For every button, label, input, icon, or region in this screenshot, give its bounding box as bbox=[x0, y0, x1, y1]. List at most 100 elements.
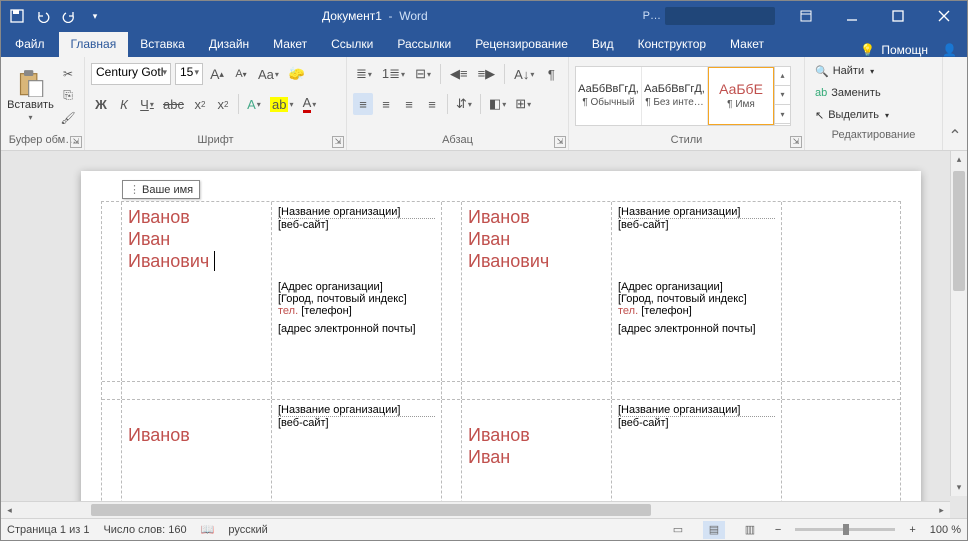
email-field[interactable]: [адрес электронной почты] bbox=[618, 323, 775, 335]
vertical-scrollbar[interactable]: ▴ ▾ bbox=[950, 151, 967, 496]
share-button[interactable]: 👤 bbox=[942, 43, 957, 57]
tel-field[interactable]: [телефон] bbox=[641, 305, 692, 317]
tab-file[interactable]: Файл bbox=[3, 32, 57, 57]
bullets-button[interactable]: ≣ bbox=[353, 63, 375, 85]
zoom-level[interactable]: 100 % bbox=[930, 524, 961, 536]
name-field[interactable]: Иванов Иван Иванович bbox=[468, 206, 605, 272]
clear-formatting-button[interactable]: 🧽 bbox=[286, 63, 308, 85]
name-field[interactable]: Иванов bbox=[128, 424, 265, 446]
horizontal-scrollbar[interactable]: ◂ ▸ bbox=[1, 501, 950, 518]
word-count[interactable]: Число слов: 160 bbox=[103, 524, 186, 536]
website-field[interactable]: [веб-сайт] bbox=[618, 417, 775, 429]
shading-button[interactable]: ◧ bbox=[486, 93, 509, 115]
styles-dialog-launcher[interactable]: ⇲ bbox=[790, 136, 802, 148]
style-nospacing[interactable]: АаБбВвГгД,¶ Без инте… bbox=[642, 67, 708, 125]
redo-button[interactable] bbox=[57, 4, 81, 28]
undo-button[interactable] bbox=[31, 4, 55, 28]
align-right-button[interactable]: ≡ bbox=[399, 93, 419, 115]
scroll-thumb[interactable] bbox=[953, 171, 965, 291]
tab-mailings[interactable]: Рассылки bbox=[385, 32, 463, 57]
zoom-out-button[interactable]: − bbox=[775, 524, 781, 536]
website-field[interactable]: [веб-сайт] bbox=[618, 219, 775, 231]
tab-references[interactable]: Ссылки bbox=[319, 32, 385, 57]
align-center-button[interactable]: ≡ bbox=[376, 93, 396, 115]
replace-button[interactable]: abЗаменить bbox=[811, 83, 936, 103]
font-size-combo[interactable]: 15 bbox=[175, 63, 203, 85]
scroll-right-button[interactable]: ▸ bbox=[933, 502, 950, 518]
tab-layout[interactable]: Макет bbox=[261, 32, 319, 57]
subscript-button[interactable]: x2 bbox=[190, 93, 210, 115]
select-button[interactable]: ↖Выделить▾ bbox=[811, 105, 936, 125]
close-button[interactable] bbox=[921, 1, 967, 31]
strikethrough-button[interactable]: abc bbox=[160, 93, 187, 115]
org-field[interactable]: [Название организации] bbox=[618, 404, 775, 417]
name-field[interactable]: Иванов Иван Иванович bbox=[128, 206, 265, 272]
tab-review[interactable]: Рецензирование bbox=[463, 32, 580, 57]
address-field[interactable]: [Адрес организации] bbox=[618, 281, 775, 293]
save-button[interactable] bbox=[5, 4, 29, 28]
paragraph-dialog-launcher[interactable]: ⇲ bbox=[554, 136, 566, 148]
tell-me-icon[interactable]: 💡 bbox=[860, 43, 875, 57]
copy-button[interactable]: ⎘ bbox=[58, 86, 78, 106]
styles-scroll-up[interactable]: ▴ bbox=[775, 67, 790, 86]
language-indicator[interactable]: русский bbox=[228, 524, 267, 536]
address-field[interactable]: [Адрес организации] bbox=[278, 281, 435, 293]
tab-layout-table[interactable]: Макет bbox=[718, 32, 776, 57]
grow-font-button[interactable]: A▴ bbox=[207, 63, 227, 85]
decrease-indent-button[interactable]: ◀≡ bbox=[447, 63, 471, 85]
show-marks-button[interactable]: ¶ bbox=[541, 63, 561, 85]
style-name[interactable]: АаБбЕ¶ Имя bbox=[708, 67, 774, 125]
tab-insert[interactable]: Вставка bbox=[128, 32, 197, 57]
ribbon-display-options-button[interactable] bbox=[783, 1, 829, 31]
numbering-button[interactable]: 1≣ bbox=[379, 63, 408, 85]
org-field[interactable]: [Название организации] bbox=[278, 404, 435, 417]
page-indicator[interactable]: Страница 1 из 1 bbox=[7, 524, 89, 536]
text-effects-button[interactable]: A bbox=[244, 93, 264, 115]
clipboard-dialog-launcher[interactable]: ⇲ bbox=[70, 136, 82, 148]
multilevel-list-button[interactable]: ⊟ bbox=[412, 63, 434, 85]
tab-view[interactable]: Вид bbox=[580, 32, 626, 57]
zoom-slider[interactable] bbox=[795, 528, 895, 531]
styles-scroll-down[interactable]: ▾ bbox=[775, 86, 790, 105]
format-painter-button[interactable]: 🖌 bbox=[58, 108, 78, 128]
read-mode-button[interactable]: ▭ bbox=[667, 521, 689, 539]
zoom-in-button[interactable]: + bbox=[909, 524, 915, 536]
underline-button[interactable]: Ч bbox=[137, 93, 157, 115]
tab-design[interactable]: Дизайн bbox=[197, 32, 261, 57]
borders-button[interactable]: ⊞ bbox=[512, 93, 534, 115]
scroll-down-button[interactable]: ▾ bbox=[951, 479, 967, 496]
font-dialog-launcher[interactable]: ⇲ bbox=[332, 136, 344, 148]
tel-field[interactable]: [телефон] bbox=[301, 305, 352, 317]
superscript-button[interactable]: x2 bbox=[213, 93, 233, 115]
increase-indent-button[interactable]: ≡▶ bbox=[475, 63, 499, 85]
scroll-left-button[interactable]: ◂ bbox=[1, 502, 18, 518]
print-layout-button[interactable]: ▤ bbox=[703, 521, 725, 539]
tab-constructor[interactable]: Конструктор bbox=[626, 32, 718, 57]
sort-button[interactable]: A↓ bbox=[511, 63, 537, 85]
font-color-button[interactable]: A bbox=[299, 93, 319, 115]
styles-gallery[interactable]: АаБбВвГгД,¶ Обычный АаБбВвГгД,¶ Без инте… bbox=[575, 66, 791, 126]
spellcheck-button[interactable]: 📖 bbox=[201, 523, 215, 536]
tell-me-label[interactable]: Помощн bbox=[881, 43, 928, 57]
scroll-up-button[interactable]: ▴ bbox=[951, 151, 967, 168]
maximize-button[interactable] bbox=[875, 1, 921, 31]
minimize-button[interactable] bbox=[829, 1, 875, 31]
scroll-thumb[interactable] bbox=[91, 504, 651, 516]
page[interactable]: ⋮Ваше имя Иванов Иван Иванович [Название… bbox=[81, 171, 921, 518]
style-normal[interactable]: АаБбВвГгД,¶ Обычный bbox=[576, 67, 642, 125]
shrink-font-button[interactable]: A▾ bbox=[231, 63, 251, 85]
italic-button[interactable]: К bbox=[114, 93, 134, 115]
tab-home[interactable]: Главная bbox=[59, 32, 129, 57]
justify-button[interactable]: ≡ bbox=[422, 93, 442, 115]
org-field[interactable]: [Название организации] bbox=[618, 206, 775, 219]
collapse-ribbon-button[interactable]: ⌃ bbox=[943, 57, 967, 150]
web-layout-button[interactable]: ▥ bbox=[739, 521, 761, 539]
bold-button[interactable]: Ж bbox=[91, 93, 111, 115]
name-field[interactable]: Иванов Иван bbox=[468, 424, 605, 468]
find-button[interactable]: 🔍Найти▾ bbox=[811, 61, 936, 81]
paste-button[interactable]: Вставить ▾ bbox=[7, 62, 54, 130]
line-spacing-button[interactable]: ⇵ bbox=[453, 93, 475, 115]
email-field[interactable]: [адрес электронной почты] bbox=[278, 323, 435, 335]
city-zip-field[interactable]: [Город, почтовый индекс] bbox=[618, 293, 775, 305]
city-zip-field[interactable]: [Город, почтовый индекс] bbox=[278, 293, 435, 305]
